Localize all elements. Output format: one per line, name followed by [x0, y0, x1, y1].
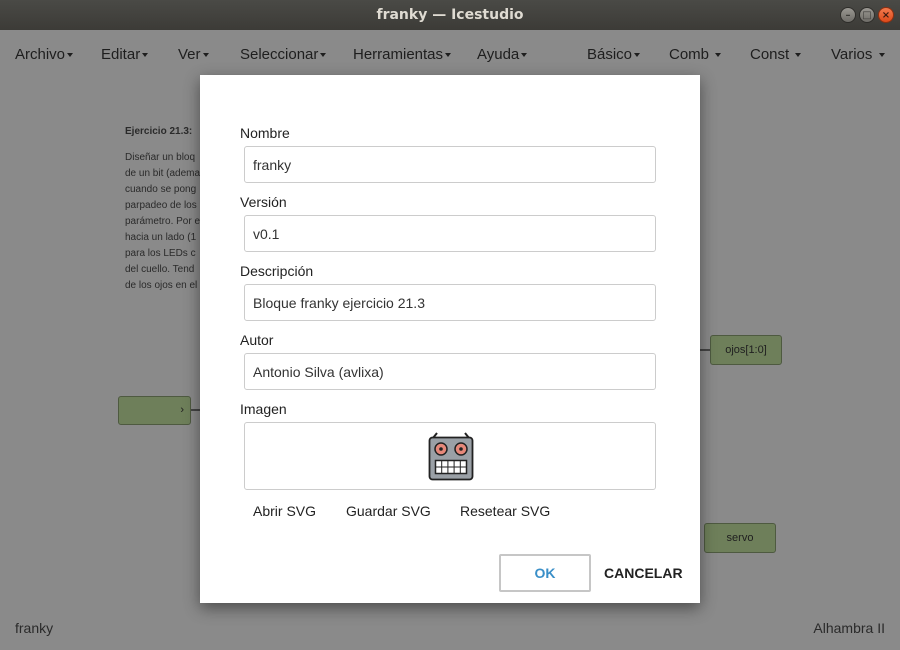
image-preview	[244, 422, 656, 490]
description-label: Descripción	[240, 263, 314, 279]
info-text-line: para los LEDs c	[125, 248, 196, 259]
input-block[interactable]: ›	[118, 396, 191, 425]
caret-down-icon	[202, 53, 209, 58]
statusbar: franky Alhambra II	[0, 605, 900, 650]
description-field[interactable]	[244, 284, 656, 321]
version-label: Versión	[240, 194, 287, 210]
menu-ver[interactable]: Ver	[178, 46, 209, 63]
caret-down-icon	[634, 53, 641, 58]
chevron-right-icon: ›	[180, 404, 184, 416]
info-text-line: Diseñar un bloq	[125, 152, 196, 163]
version-field[interactable]	[244, 215, 656, 252]
caret-down-icon	[320, 53, 327, 58]
project-info-dialog: Nombre Versión Descripción Autor Imagen …	[200, 75, 700, 603]
info-text-line: hacia un lado (1	[125, 232, 197, 243]
reset-svg-button[interactable]: Resetear SVG	[460, 503, 550, 519]
caret-down-icon	[67, 53, 74, 58]
caret-down-icon	[142, 53, 149, 58]
menu-seleccionar[interactable]: Seleccionar	[240, 46, 327, 63]
menu-label: Ver	[178, 46, 201, 63]
info-text-line: parpadeo de los	[125, 200, 197, 211]
menu-label: Comb	[669, 46, 710, 63]
window-titlebar: franky — Icestudio – □ ×	[0, 0, 900, 30]
image-label: Imagen	[240, 401, 287, 417]
caret-down-icon	[878, 53, 885, 58]
output-label: servo	[726, 532, 754, 544]
open-svg-button[interactable]: Abrir SVG	[253, 503, 316, 519]
board-name[interactable]: Alhambra II	[813, 620, 885, 636]
menu-label: Seleccionar	[240, 46, 319, 63]
info-text-line: de los ojos en el	[125, 280, 198, 291]
author-field[interactable]	[244, 353, 656, 390]
menu-herramientas[interactable]: Herramientas	[353, 46, 452, 63]
info-text-line: del cuello. Tend	[125, 264, 195, 275]
save-svg-button[interactable]: Guardar SVG	[346, 503, 431, 519]
info-text-line: parámetro. Por e	[125, 216, 201, 227]
minimize-icon[interactable]: –	[840, 7, 856, 23]
window-title: franky — Icestudio	[376, 7, 524, 23]
wire	[191, 409, 200, 411]
menu-ayuda[interactable]: Ayuda	[477, 46, 528, 63]
project-name: franky	[15, 620, 54, 636]
menu-label: Archivo	[15, 46, 66, 63]
caret-down-icon	[715, 53, 722, 58]
menu-varios[interactable]: Varios	[831, 46, 885, 63]
robot-icon	[428, 432, 474, 481]
menu-archivo[interactable]: Archivo	[15, 46, 74, 63]
menu-comb[interactable]: Comb	[669, 46, 722, 63]
caret-down-icon	[445, 53, 452, 58]
menu-const[interactable]: Const	[750, 46, 802, 63]
output-block-ojos[interactable]: ojos[1:0]	[710, 335, 782, 365]
menu-label: Varios	[831, 46, 873, 63]
output-block-servo[interactable]: servo	[704, 523, 776, 553]
name-field[interactable]	[244, 146, 656, 183]
ok-button[interactable]: OK	[499, 554, 591, 592]
output-label: ojos[1:0]	[725, 344, 767, 356]
menu-label: Const	[750, 46, 790, 63]
menubar: Archivo Editar Ver Seleccionar Herramien…	[0, 30, 900, 80]
menu-basico[interactable]: Básico	[587, 46, 641, 63]
info-text-line: de un bit (adema	[125, 168, 201, 179]
menu-label: Herramientas	[353, 46, 444, 63]
info-text-line: cuando se pong	[125, 184, 197, 195]
close-icon[interactable]: ×	[878, 7, 894, 23]
author-label: Autor	[240, 332, 274, 348]
name-label: Nombre	[240, 125, 290, 141]
cancel-button[interactable]: CANCELAR	[604, 554, 683, 592]
menu-editar[interactable]: Editar	[101, 46, 149, 63]
maximize-icon[interactable]: □	[859, 7, 875, 23]
caret-down-icon	[795, 53, 802, 58]
wire	[700, 349, 710, 351]
info-title: Ejercicio 21.3:	[125, 126, 193, 137]
menu-label: Básico	[587, 46, 633, 63]
menu-label: Ayuda	[477, 46, 520, 63]
menu-label: Editar	[101, 46, 141, 63]
caret-down-icon	[521, 53, 528, 58]
